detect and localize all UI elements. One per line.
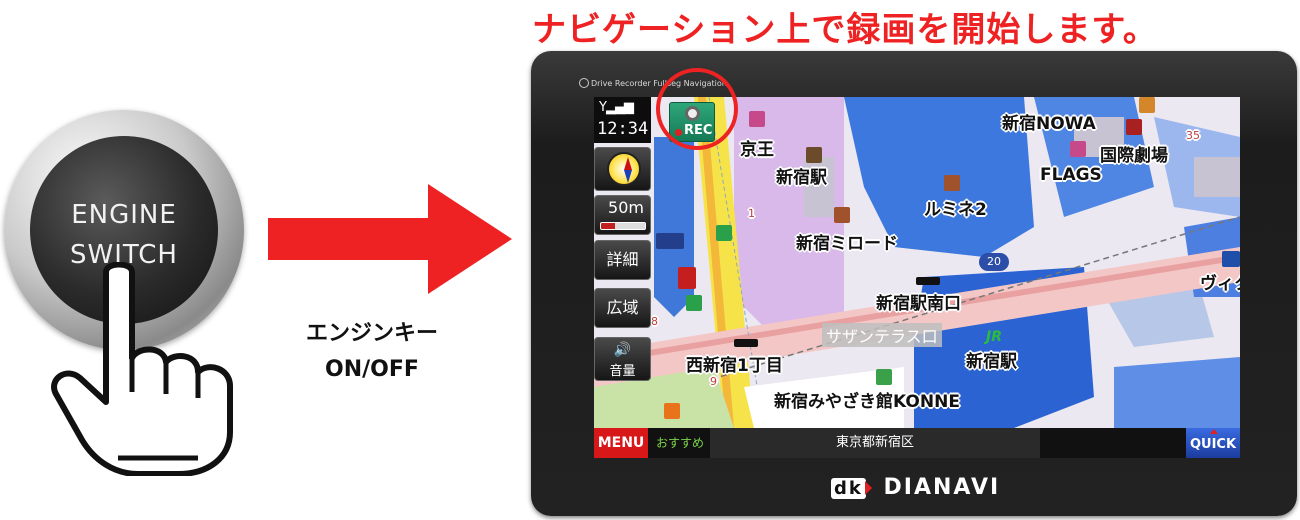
status-box: Y▂▄▆ 12:34: [594, 97, 651, 143]
speaker-icon: 🔊: [613, 342, 632, 358]
bottom-bar: MENU おすすめ 東京都新宿区 QUICK: [594, 428, 1240, 458]
caret-up-icon: [1210, 429, 1218, 434]
menu-button[interactable]: MENU: [594, 428, 648, 458]
clock: 12:34: [597, 119, 649, 139]
recommend-button[interactable]: おすすめ: [652, 428, 708, 458]
scale-indicator: 50m: [594, 195, 651, 235]
seven-eleven-icon[interactable]: [664, 403, 680, 419]
route-number-badge: 20: [979, 253, 1009, 271]
compass-needle-north: [624, 157, 632, 170]
headline: ナビゲーション上で録画を開始します。: [532, 10, 1158, 50]
shopping-icon-3[interactable]: [1222, 251, 1240, 267]
map-label-flags: FLAGS: [1040, 165, 1102, 185]
scale-value: 50m: [608, 198, 644, 217]
family-mart-icon-2[interactable]: [686, 295, 702, 311]
traffic-signal-icon: [916, 277, 940, 285]
map-label-keio: 京王: [740, 140, 774, 160]
map-label-southern-terrace: サザンテラス口: [822, 323, 942, 347]
map-label-nishi-shinjuku: 西新宿1丁目: [686, 356, 783, 376]
compass-button[interactable]: [594, 147, 651, 191]
caption: エンジンキー ON/OFF: [282, 316, 462, 388]
volume-button[interactable]: 🔊 音量: [594, 337, 651, 381]
map-label-mirode: 新宿ミロード: [796, 234, 898, 254]
map-block-9: 9: [710, 375, 717, 388]
right-arrow-icon: [268, 184, 512, 294]
volume-label: 音量: [609, 364, 636, 379]
brand-mark: dk: [831, 478, 872, 499]
theater-icon[interactable]: [1126, 119, 1142, 135]
map-label-victoria: ヴィクト: [1200, 274, 1240, 294]
caption-line-2: ON/OFF: [325, 357, 419, 382]
compass-icon: [607, 152, 641, 186]
burger-shop-icon[interactable]: [1139, 97, 1155, 113]
zoom-out-wide-button[interactable]: 広域: [594, 288, 651, 328]
mizuho-bank-icon[interactable]: [656, 233, 684, 249]
shopping-icon[interactable]: [944, 175, 960, 191]
map-label-shinjuku-station-jr: 新宿駅: [966, 352, 1017, 372]
map-block-35: 35: [1186, 129, 1200, 142]
current-address: 東京都新宿区: [710, 428, 1040, 458]
compass-needle-south: [624, 170, 632, 183]
map-block-8: 8: [651, 315, 658, 328]
department-store-icon[interactable]: [749, 111, 765, 127]
caption-line-1: エンジンキー: [305, 321, 438, 346]
camera-icon: [579, 78, 589, 88]
map-control-sidebar: Y▂▄▆ 12:34 50m 詳細 広域 🔊 音量: [594, 97, 651, 458]
traffic-signal-icon-2: [734, 339, 758, 347]
map-screen[interactable]: JR 京王 新宿NOWA 国際劇場 FLAGS 新宿駅 ルミネ2 新宿ミロード …: [594, 97, 1240, 458]
map-block-1: 1: [748, 207, 755, 220]
park-icon: [876, 369, 892, 385]
zoom-in-detail-button[interactable]: 詳細: [594, 240, 651, 280]
map-label-shinjuku-station: 新宿駅: [776, 168, 827, 188]
pointing-hand-icon: [51, 262, 233, 476]
rec-highlight-circle: [656, 68, 738, 150]
scale-bar: [600, 222, 646, 230]
map-label-shinjuku-nowa: 新宿NOWA: [1002, 114, 1096, 134]
station-icon[interactable]: [806, 147, 822, 163]
kfc-icon[interactable]: [678, 267, 696, 289]
engine-switch-label-1: ENGINE: [71, 200, 177, 230]
jr-logo-icon: JR: [986, 329, 1002, 345]
signal-icon: Y▂▄▆: [599, 100, 634, 115]
map-label-konne: 新宿みやざき館KONNE: [774, 392, 960, 412]
quick-button[interactable]: QUICK: [1186, 428, 1240, 458]
map-label-lumine2: ルミネ2: [924, 200, 987, 220]
brand-name: DIANAVI: [883, 475, 1001, 500]
map-label-south-exit: 新宿駅南口: [876, 294, 961, 314]
family-mart-icon[interactable]: [716, 225, 732, 241]
shopping-icon-2[interactable]: [834, 207, 850, 223]
department-store-icon-2[interactable]: [1070, 141, 1086, 157]
quick-label: QUICK: [1189, 437, 1237, 452]
brand-logo: dk DIANAVI: [831, 475, 1000, 500]
map-label-kokusai-gekijo: 国際劇場: [1100, 146, 1168, 166]
